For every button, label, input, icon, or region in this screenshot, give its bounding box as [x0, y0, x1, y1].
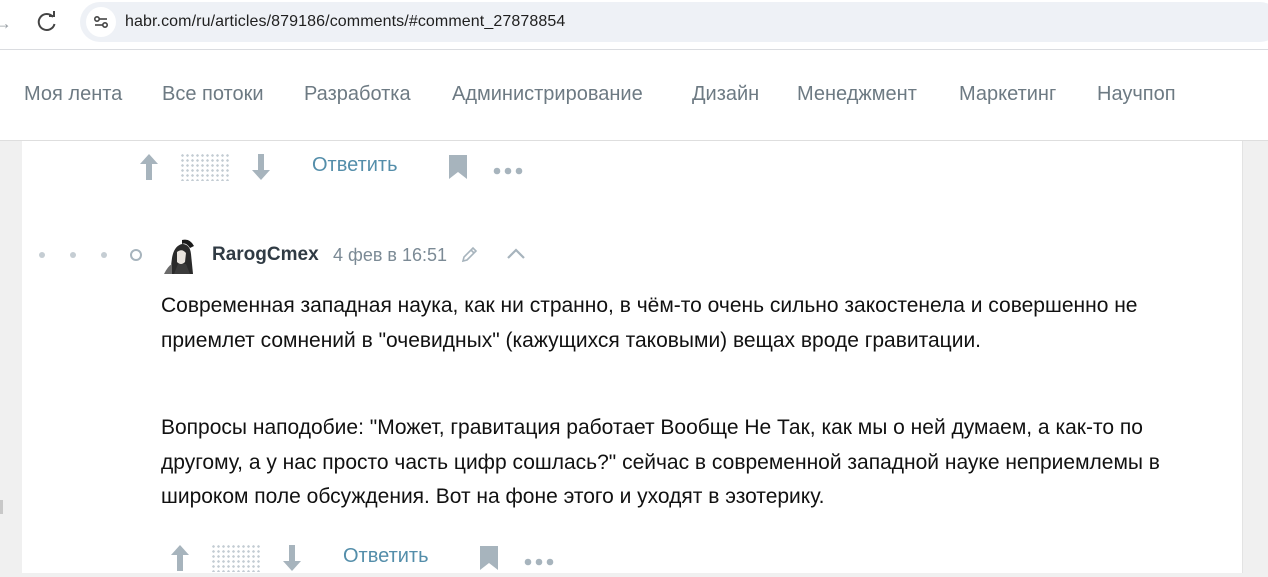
forward-arrow-icon[interactable]: → — [0, 12, 12, 34]
nav-item-management[interactable]: Менеджмент — [797, 83, 917, 106]
url-text: habr.com/ru/articles/879186/comments/#co… — [125, 13, 566, 30]
arrow-down-icon[interactable] — [250, 153, 272, 186]
nav-item-development[interactable]: Разработка — [304, 83, 411, 106]
pencil-icon[interactable] — [460, 246, 478, 269]
reload-icon[interactable] — [35, 10, 59, 34]
comment-paragraph: Современная западная наука, как ни стран… — [161, 294, 1138, 352]
left-edge-marker — [0, 500, 3, 514]
nav-item-all-flows[interactable]: Все потоки — [162, 83, 264, 106]
more-dots-icon[interactable] — [524, 553, 554, 571]
comment-author[interactable]: RarogCmex — [212, 244, 319, 266]
rating-hidden-mask — [180, 153, 230, 181]
nav-item-my-feed[interactable]: Моя лента — [24, 83, 122, 106]
more-dots-icon[interactable] — [493, 162, 523, 180]
habr-nav-bar: Моя лента Все потоки Разработка Админист… — [0, 50, 1268, 141]
arrow-up-icon[interactable] — [169, 544, 191, 577]
nav-item-design[interactable]: Дизайн — [692, 83, 759, 106]
comment-timestamp[interactable]: 4 фев в 16:51 — [333, 245, 447, 266]
thread-level-dot — [101, 252, 107, 258]
browser-toolbar: → habr.com/ru/articles/879186/comments/#… — [0, 0, 1268, 50]
reply-link[interactable]: Ответить — [312, 154, 398, 177]
right-gutter — [1242, 141, 1268, 573]
comment-paragraph: Вопросы наподобие: "Может, гравитация ра… — [161, 416, 1160, 508]
bookmark-icon[interactable] — [478, 545, 500, 576]
reply-link[interactable]: Ответить — [343, 545, 429, 568]
thread-level-dot — [70, 252, 76, 258]
chevron-up-icon[interactable] — [506, 247, 526, 266]
arrow-up-icon[interactable] — [138, 153, 160, 186]
arrow-down-icon[interactable] — [281, 544, 303, 577]
thread-current-marker[interactable] — [130, 249, 142, 261]
tune-icon[interactable] — [86, 7, 116, 37]
address-bar[interactable]: habr.com/ru/articles/879186/comments/#co… — [80, 2, 1268, 42]
avatar[interactable] — [160, 236, 198, 274]
nav-item-popsci[interactable]: Научпоп — [1097, 83, 1176, 106]
nav-item-administration[interactable]: Администрирование — [452, 83, 643, 106]
nav-item-marketing[interactable]: Маркетинг — [959, 83, 1056, 106]
thread-level-dot — [39, 252, 45, 258]
rating-hidden-mask — [211, 544, 261, 572]
bookmark-icon[interactable] — [447, 154, 469, 185]
scrollbar-track[interactable] — [1242, 141, 1243, 573]
